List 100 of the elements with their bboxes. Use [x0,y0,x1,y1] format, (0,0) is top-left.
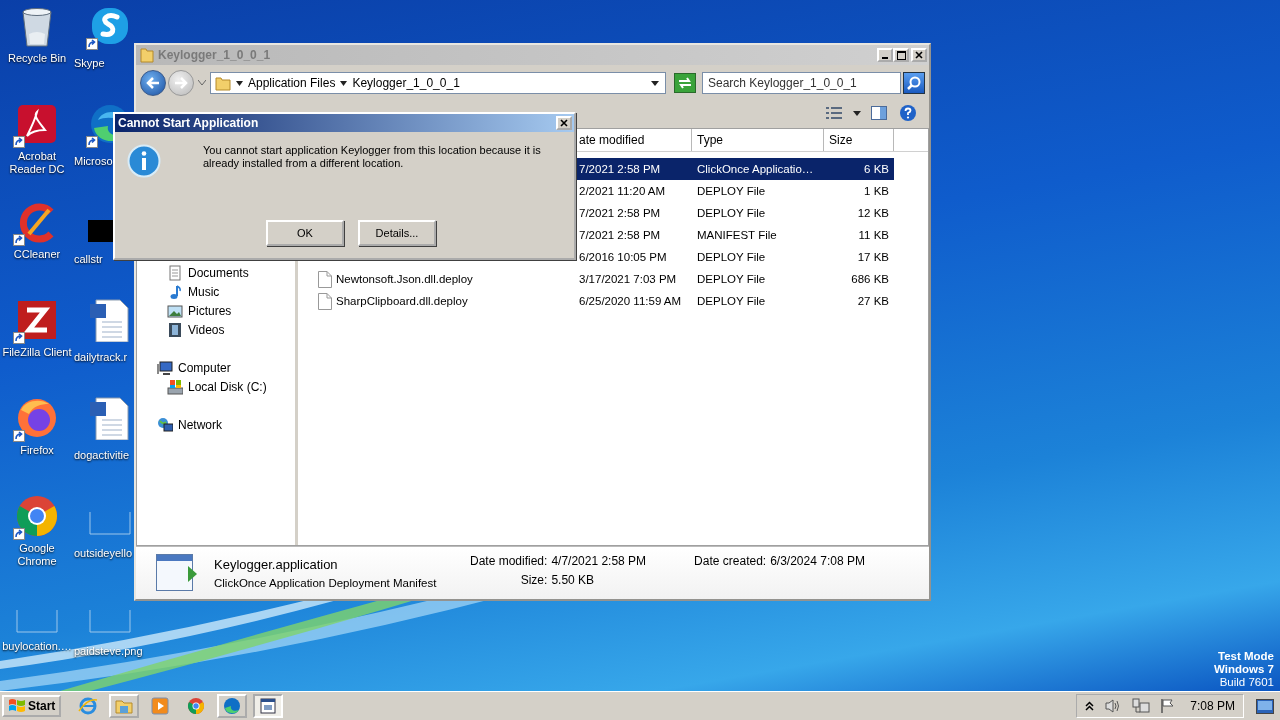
caret-icon[interactable] [236,80,243,86]
nav-item[interactable]: Documents [137,263,295,282]
application-icon [156,554,198,592]
file-name: Keylogger.application [214,557,339,572]
nav-item[interactable]: Videos [137,320,295,339]
property-label: Date modified: [470,554,548,568]
refresh-button[interactable] [674,73,696,93]
system-watermark-text: Test Mode [1218,650,1274,664]
film-icon [167,321,183,338]
info-icon [127,144,161,178]
desktop-icon-label[interactable]: callstr [74,253,103,266]
back-button[interactable] [140,70,166,96]
file-name: SharpClipboard.dll.deploy [336,295,468,307]
table-cell-text: MANIFEST File [696,229,778,241]
table-cell-text: 1 KB [863,185,890,197]
breadcrumb-item[interactable]: Keylogger_1_0_0_1 [352,76,460,90]
table-cell-text: 686 KB [850,273,890,285]
app-icon[interactable] [15,102,59,146]
preview-pane-button[interactable] [869,104,889,122]
table-cell-text: ClickOnce Applicatio… [696,163,815,175]
desktop-icon-label[interactable]: Recycle Bin [0,52,74,65]
file-icon [318,292,332,310]
table-cell-text: DEPLOY File [696,185,767,197]
system-watermark-text: Windows 7 [1214,663,1274,677]
window-icon [258,696,279,716]
column-header[interactable]: Size [824,129,894,151]
desktop-icon-label[interactable]: outsideyello [74,547,133,560]
file-row[interactable]: SharpClipboard.dll.deploy 6/25/2020 11:59 AM DEPLOY File 27 KB [298,290,894,312]
start-button[interactable]: Start [2,695,62,717]
column-header[interactable]: Type [692,129,824,151]
system-watermark-text: Build 7601 [1219,676,1274,690]
speaker-icon[interactable] [1104,698,1122,714]
desktop-icon-label[interactable]: dogactivitie [74,449,130,462]
search-button[interactable] [903,72,925,94]
file-row[interactable]: Newtonsoft.Json.dll.deploy 3/17/2021 7:03 PM DEPLOY File 686 KB [298,268,894,290]
help-button[interactable] [897,102,919,124]
document-icon [167,264,183,281]
nav-item[interactable]: Local Disk (C:) [137,377,295,396]
search-field[interactable]: Search Keylogger_1_0_0_1 [702,72,901,94]
file-type: ClickOnce Application Deployment Manifest [214,577,438,589]
table-cell-text: 6/2016 10:05 PM [578,251,668,263]
file-icon [318,270,332,288]
folder-icon [215,75,231,91]
app-icon[interactable] [15,298,59,342]
table-cell-text: DEPLOY File [696,251,767,263]
nav-item[interactable]: Computer [137,358,295,377]
table-cell-text: 7/2021 2:58 PM [578,163,662,175]
nav-item[interactable]: Network [137,415,295,434]
nav-item[interactable]: Pictures [137,301,295,320]
picture-icon [167,302,183,319]
folder-icon [140,47,154,63]
desktop-icon-label[interactable]: buylocation.… [0,640,74,653]
chevron-up-icon[interactable] [1085,701,1094,711]
desktop-icon-label[interactable]: CCleaner [0,248,74,261]
table-cell-text: 17 KB [856,251,890,263]
property-value: 5.50 KB [551,573,596,587]
maximize-icon [896,50,906,60]
taskbar-button[interactable] [217,694,248,718]
close-icon [915,51,923,59]
dialog-button[interactable]: Details... [358,220,436,246]
table-cell-text: 2/2021 11:20 AM [578,185,667,197]
desktop-icon-label[interactable]: Firefox [0,444,74,457]
caret-icon[interactable] [651,80,659,86]
desktop-icon-label[interactable]: FileZilla Client [0,346,74,359]
document-icon[interactable] [88,298,132,342]
table-cell-text: 12 KB [856,207,890,219]
property-value: 6/3/2024 7:08 PM [770,554,865,568]
minimize-button[interactable] [877,48,893,62]
refresh-icon [677,76,693,90]
desktop-icon-label[interactable]: Microso [74,155,113,168]
address-field[interactable]: Application Files Keylogger_1_0_0_1 [210,72,666,94]
close-button[interactable] [911,48,927,62]
desktop-icon-label[interactable]: dailytrack.r [74,351,128,364]
show-desktop-icon[interactable] [1256,698,1274,714]
caret-icon[interactable] [853,110,861,116]
property-label: Size: [519,573,548,587]
view-options-button[interactable] [823,104,845,122]
breadcrumb-item[interactable]: Application Files [248,76,336,90]
desktop-icon-label[interactable]: Google Chrome [0,542,74,568]
search-icon [906,75,922,91]
taskbar-button[interactable] [253,694,284,718]
close-button[interactable] [556,116,572,130]
nav-item[interactable]: Music [137,282,295,301]
disk-drive-icon [167,378,183,395]
desktop-icon-label[interactable]: Skype [74,57,105,70]
network-icon[interactable] [1132,698,1150,714]
property-value: 4/7/2021 2:58 PM [551,554,647,568]
document-icon[interactable] [88,396,132,440]
clock[interactable]: 7:08 PM [1190,699,1235,713]
caret-icon[interactable] [340,80,348,86]
forward-button[interactable] [168,70,194,96]
table-cell-text: 27 KB [856,295,890,307]
table-cell-text: DEPLOY File [696,273,767,285]
dialog-button[interactable]: OK [266,220,344,246]
desktop-icon-label[interactable]: Acrobat Reader DC [0,150,74,176]
dialog-title: Cannot Start Application [118,116,259,130]
flag-icon[interactable] [1160,698,1176,714]
music-note-icon [167,283,183,300]
maximize-button[interactable] [893,48,909,62]
table-cell-text: 7/2021 2:58 PM [578,207,662,219]
